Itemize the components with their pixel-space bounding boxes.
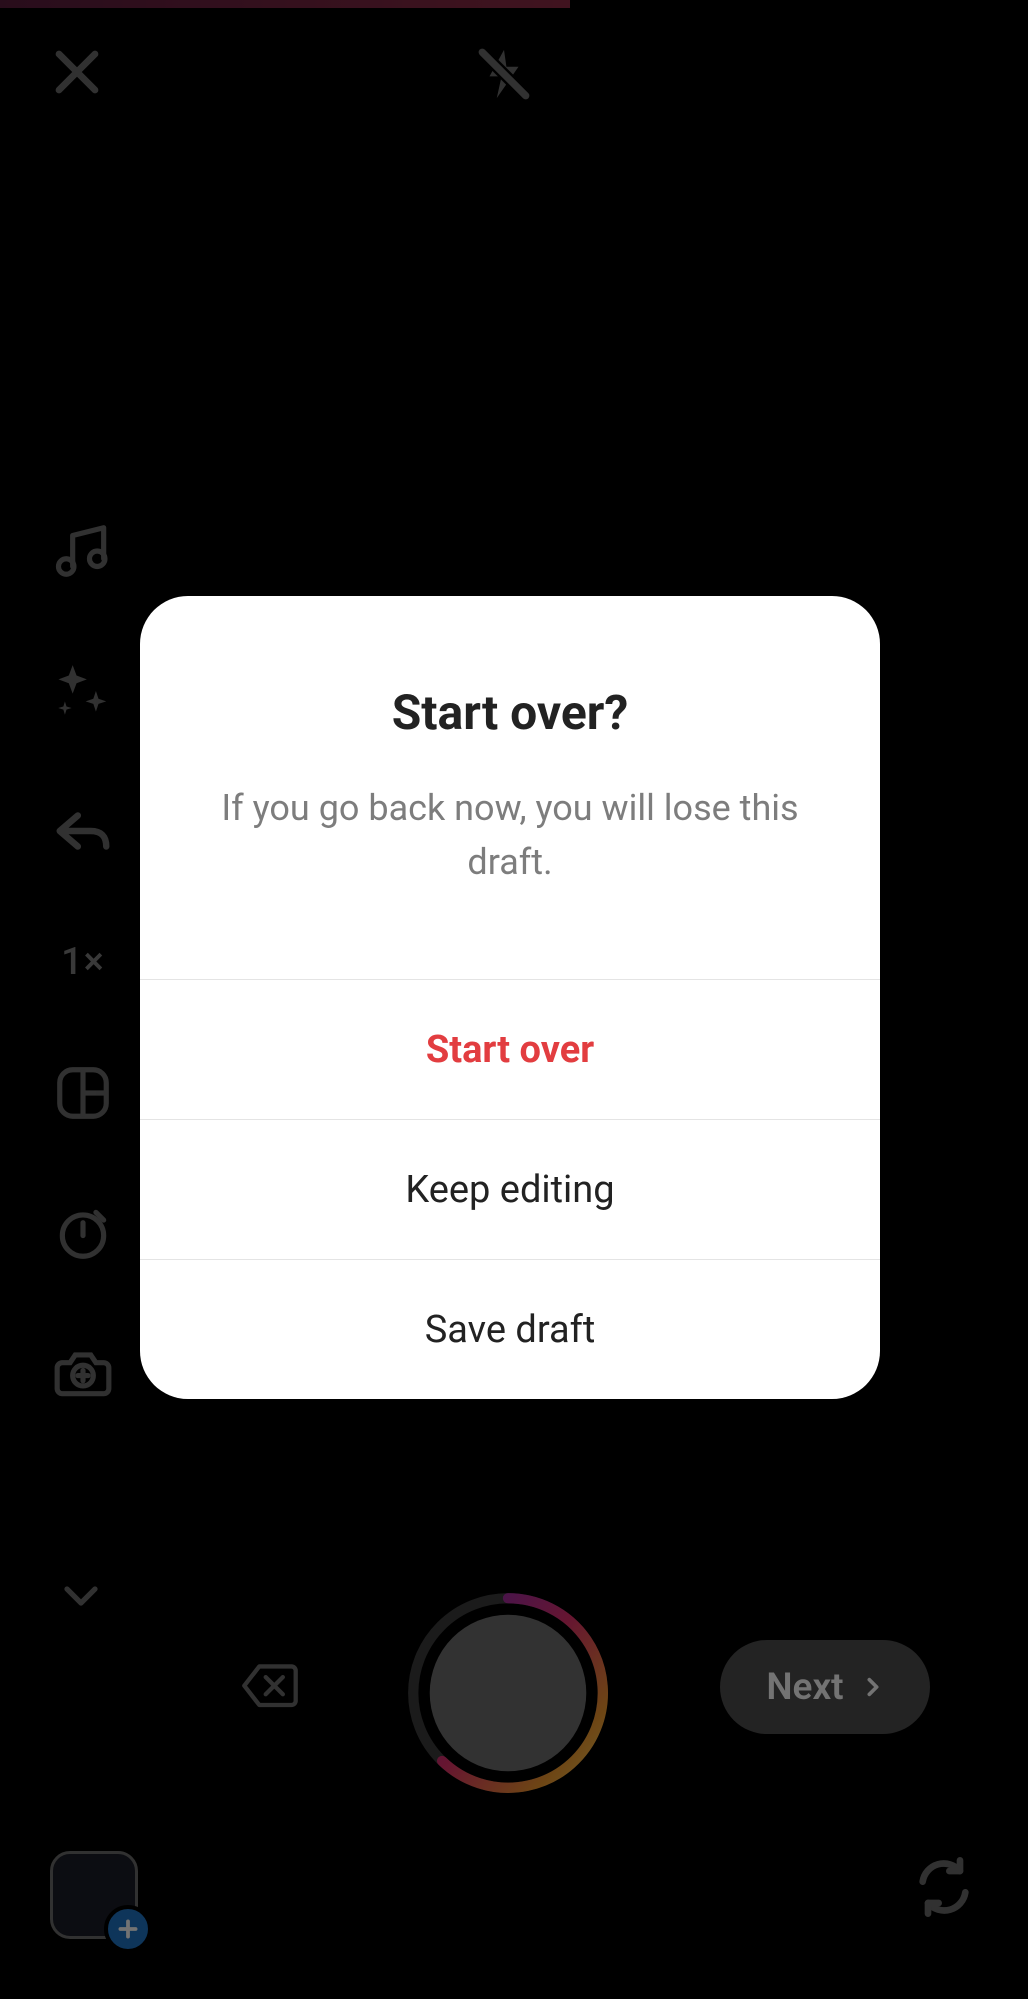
start-over-dialog: Start over? If you go back now, you will… [140, 596, 880, 1399]
dialog-body: If you go back now, you will lose this d… [196, 781, 824, 889]
dialog-title: Start over? [196, 684, 824, 741]
dialog-option-save-draft[interactable]: Save draft [140, 1259, 880, 1399]
dialog-option-keep-editing[interactable]: Keep editing [140, 1119, 880, 1259]
dialog-option-start-over[interactable]: Start over [140, 979, 880, 1119]
